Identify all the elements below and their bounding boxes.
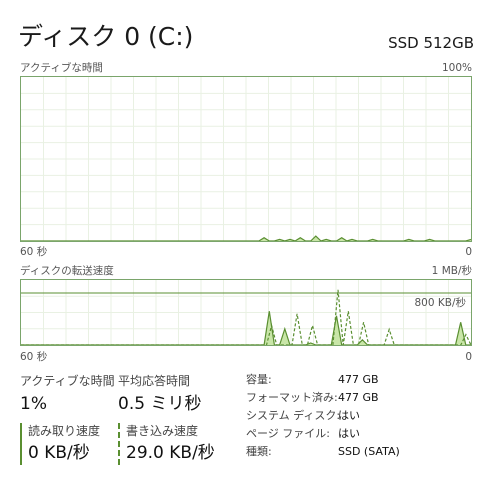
read-speed-label: 読み取り速度 [28,424,101,438]
active-time-graph-max: 100% [441,62,472,74]
avg-response-label: 平均応答時間 [118,374,191,388]
property-system-disk-value: はい [338,409,360,422]
transfer-graph-time-left: 60 秒 [20,351,48,363]
read-speed-value: 0 KB/秒 [28,443,90,463]
active-time-label: アクティブな時間 [20,374,115,388]
active-time-chart [21,77,471,241]
active-time-value: 1% [20,394,47,414]
transfer-graph [20,279,472,346]
transfer-graph-time-right: 0 [465,351,472,363]
transfer-graph-max: 1 MB/秒 [431,265,472,277]
avg-response-value: 0.5 ミリ秒 [118,394,202,414]
active-time-graph-time-left: 60 秒 [20,246,48,258]
active-time-graph [20,76,472,242]
properties-values: 477 GB 477 GB はい はい SSD (SATA) [338,371,400,461]
transfer-graph-ref-label: 800 KB/秒 [414,297,466,309]
property-system-disk-label: システム ディスク: [246,409,341,422]
property-formatted-value: 477 GB [338,391,379,404]
active-time-graph-label: アクティブな時間 [20,62,103,74]
write-speed-legend-line [118,423,120,465]
write-speed-value: 29.0 KB/秒 [126,443,215,463]
read-speed-legend-line [20,423,22,465]
active-time-graph-time-right: 0 [465,246,472,258]
property-page-file-label: ページ ファイル: [246,427,330,440]
property-type-label: 種類: [246,445,272,458]
transfer-graph-label: ディスクの転送速度 [20,265,114,277]
property-capacity-label: 容量: [246,373,272,386]
disk-model: SSD 512GB [388,34,474,52]
properties-labels: 容量: フォーマット済み: システム ディスク: ページ ファイル: 種類: [246,371,340,461]
write-speed-label: 書き込み速度 [126,424,199,438]
transfer-chart [21,280,471,345]
property-type-value: SSD (SATA) [338,445,400,458]
property-page-file-value: はい [338,427,360,440]
disk-title: ディスク 0 (C:) [18,22,194,51]
property-formatted-label: フォーマット済み: [246,391,338,404]
property-capacity-value: 477 GB [338,373,379,386]
